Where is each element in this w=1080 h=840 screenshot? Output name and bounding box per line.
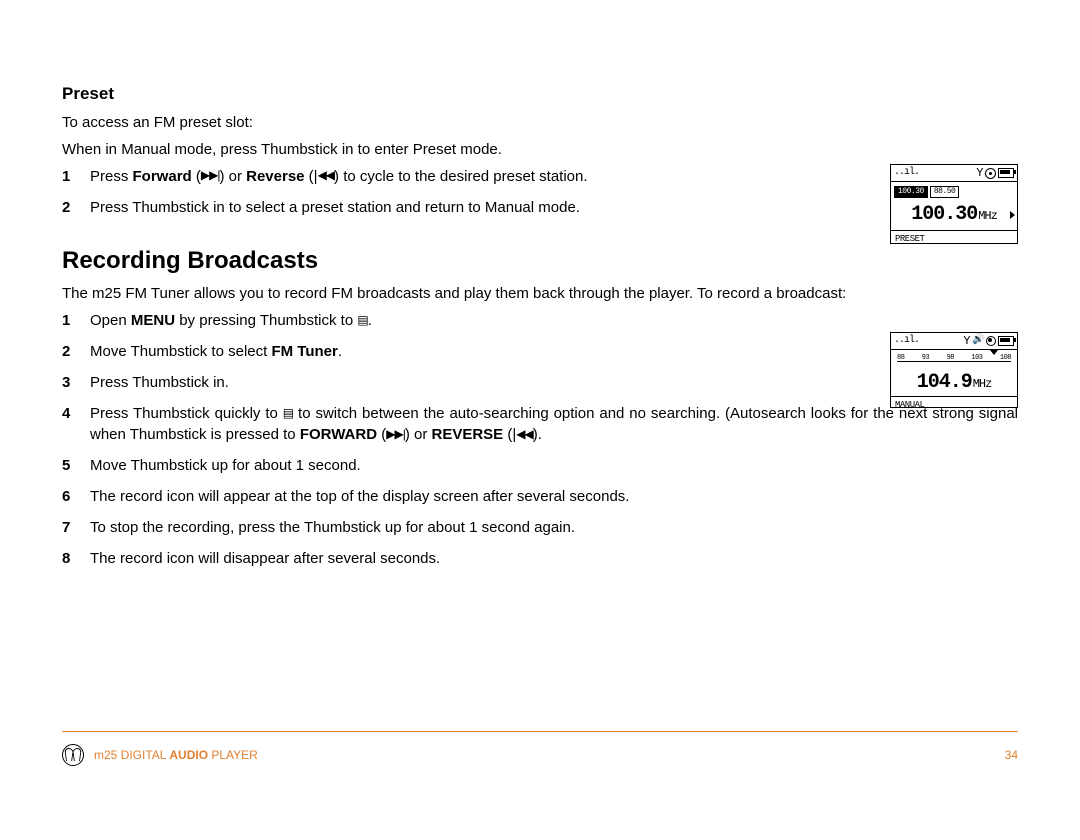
- preset-intro-2: When in Manual mode, press Thumbstick in…: [62, 139, 822, 160]
- menu-icon: ▤: [283, 405, 293, 422]
- battery-icon: [998, 168, 1014, 178]
- antenna-icon: Y: [976, 165, 983, 182]
- preset-steps: 1 Press Forward (▶▶|) or Reverse (|◀◀) t…: [62, 166, 1018, 218]
- forward-icon: ▶▶|: [386, 426, 405, 443]
- recording-heading: Recording Broadcasts: [62, 244, 1018, 278]
- recording-steps: 1 Open MENU by pressing Thumbstick to ▤.…: [62, 310, 1018, 569]
- disc-icon: [985, 168, 996, 179]
- preset-tab-active: 100.30: [894, 186, 928, 198]
- motorola-logo-icon: [62, 744, 84, 766]
- record-icon: [986, 336, 996, 346]
- rec-step-7: 7 To stop the recording, press the Thumb…: [62, 517, 1018, 538]
- lcd-preset-screenshot: ..ıl. Y 100.30 88.50 100.30MHz PRESET: [890, 164, 1018, 244]
- battery-icon: [998, 336, 1014, 346]
- recording-intro: The m25 FM Tuner allows you to record FM…: [62, 283, 1018, 304]
- rec-step-5: 5 Move Thumbstick up for about 1 second.: [62, 455, 1018, 476]
- preset-heading: Preset: [62, 82, 1018, 106]
- reverse-icon: ◀◀: [318, 167, 334, 184]
- manual-page: Preset To access an FM preset slot: When…: [0, 0, 1080, 840]
- scale-marker-icon: [990, 350, 998, 355]
- lcd-frequency: 104.9MHz: [891, 370, 1017, 396]
- menu-icon: ▤: [357, 312, 367, 329]
- lcd-manual-screenshot: ..ıl. Y 🔊 88 93 98 103 108 104.9MHz MANU…: [890, 332, 1018, 408]
- signal-icon: ..ıl.: [894, 334, 919, 348]
- lcd-mode-label: PRESET: [891, 230, 1017, 248]
- rec-step-1: 1 Open MENU by pressing Thumbstick to ▤.: [62, 310, 1018, 331]
- rec-step-2: 2 Move Thumbstick to select FM Tuner.: [62, 341, 1018, 362]
- page-footer: m25 DIGITAL AUDIO PLAYER 34: [62, 744, 1018, 766]
- rec-step-4: 4 Press Thumbstick quickly to ▤ to switc…: [62, 403, 1018, 445]
- lcd-mode-label: MANUAL: [891, 396, 1017, 414]
- preset-tab: 88.50: [930, 186, 960, 198]
- reverse-icon: ◀◀: [516, 426, 532, 443]
- antenna-icon: Y: [963, 333, 970, 350]
- lcd-frequency: 100.30MHz: [891, 200, 1017, 230]
- rec-step-3: 3 Press Thumbstick in.: [62, 372, 1018, 393]
- rec-step-6: 6 The record icon will appear at the top…: [62, 486, 1018, 507]
- rec-step-8: 8 The record icon will disappear after s…: [62, 548, 1018, 569]
- forward-icon: ▶▶|: [201, 167, 220, 184]
- arrow-right-icon: [1010, 211, 1015, 219]
- preset-step-1: 1 Press Forward (▶▶|) or Reverse (|◀◀) t…: [62, 166, 1018, 187]
- speaker-icon: 🔊: [972, 334, 984, 348]
- preset-intro-1: To access an FM preset slot:: [62, 112, 822, 133]
- preset-step-2: 2 Press Thumbstick in to select a preset…: [62, 197, 1018, 218]
- freq-scale: 88 93 98 103 108: [891, 350, 1017, 370]
- page-number: 34: [1005, 747, 1018, 764]
- footer-divider: [62, 731, 1018, 732]
- signal-icon: ..ıl.: [894, 166, 919, 180]
